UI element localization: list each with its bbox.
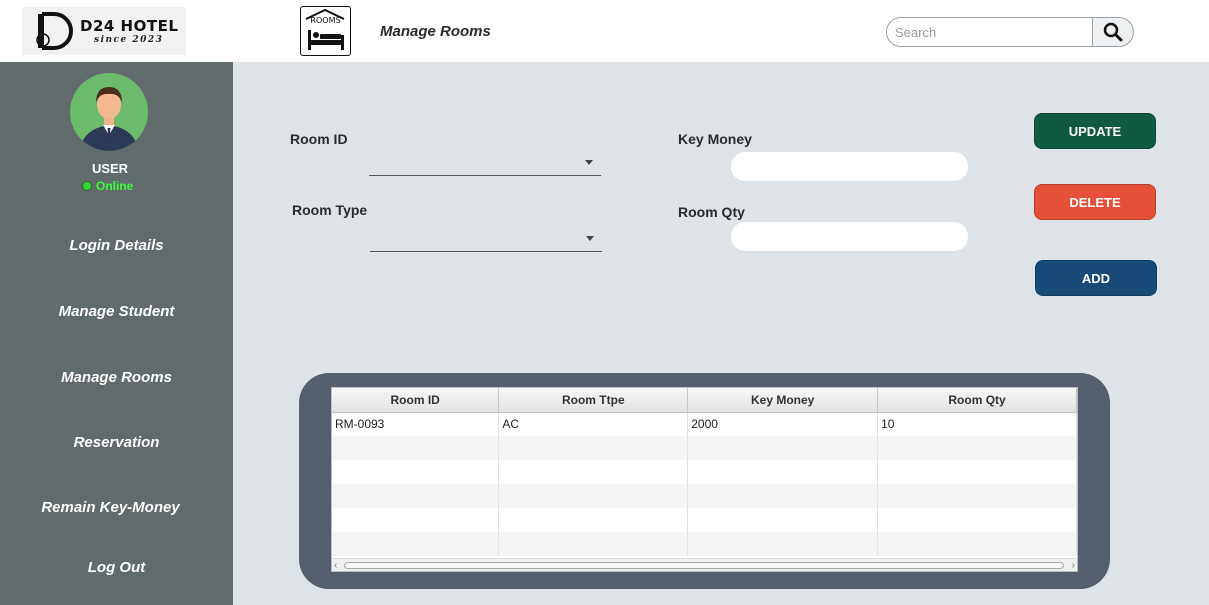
- user-name: USER: [91, 161, 129, 176]
- scroll-left-icon[interactable]: ‹: [334, 559, 337, 571]
- sidebar-item-reservation[interactable]: Reservation: [0, 434, 233, 451]
- sidebar: USER Online Login Details Manage Student…: [0, 62, 233, 605]
- hotel-logo: D24 HOTEL since 2023: [22, 7, 186, 55]
- search-input[interactable]: [886, 17, 1093, 47]
- sidebar-item-log-out[interactable]: Log Out: [0, 559, 233, 576]
- table-row-empty: [332, 484, 1077, 508]
- table-row-empty: [332, 508, 1077, 532]
- header-bar: D24 HOTEL since 2023 ROOMS Manage Rooms: [0, 0, 1209, 62]
- table-row-empty: [332, 436, 1077, 460]
- table-row[interactable]: RM-0093 AC 2000 10: [332, 412, 1077, 436]
- cell-room-id: RM-0093: [332, 412, 500, 436]
- user-avatar: [70, 73, 148, 151]
- sidebar-item-manage-student[interactable]: Manage Student: [0, 303, 233, 320]
- sidebar-item-login-details[interactable]: Login Details: [0, 237, 233, 254]
- room-type-label: Room Type: [292, 202, 368, 218]
- rooms-icon-label: ROOMS: [310, 16, 341, 25]
- column-header-key-money[interactable]: Key Money: [687, 388, 879, 413]
- scrollbar-thumb[interactable]: [344, 562, 1064, 569]
- room-id-combobox[interactable]: [369, 150, 601, 176]
- cell-room-qty: 10: [877, 412, 1077, 436]
- search-button[interactable]: [1092, 17, 1134, 47]
- scroll-right-icon[interactable]: ›: [1072, 559, 1075, 571]
- table-row-empty: [332, 532, 1077, 556]
- room-qty-input[interactable]: [731, 222, 968, 251]
- horizontal-scrollbar[interactable]: ‹ ›: [332, 558, 1077, 571]
- status-text: Online: [96, 179, 134, 193]
- logo-name: D24 HOTEL: [80, 17, 179, 35]
- rooms-bed-icon: ROOMS: [300, 6, 351, 56]
- column-header-room-id[interactable]: Room ID: [332, 388, 500, 413]
- sidebar-item-manage-rooms[interactable]: Manage Rooms: [0, 369, 233, 386]
- page-title: Manage Rooms: [380, 23, 491, 40]
- room-id-label: Room ID: [290, 131, 348, 147]
- logo-tagline: since 2023: [94, 35, 164, 45]
- online-dot-icon: [82, 181, 92, 191]
- cell-key-money: 2000: [687, 412, 879, 436]
- main-content: Room ID Room Type Key Money Room Qty UPD…: [233, 62, 1209, 605]
- search-icon: [1103, 22, 1123, 42]
- chevron-down-icon: [586, 236, 594, 241]
- key-money-input[interactable]: [731, 152, 968, 181]
- sidebar-item-remain-key-money[interactable]: Remain Key-Money: [0, 499, 227, 516]
- table-row-empty: [332, 460, 1077, 484]
- logo-mark-icon: [36, 12, 73, 50]
- chevron-down-icon: [585, 160, 593, 165]
- table-header-row: Room ID Room Ttpe Key Money Room Qty: [332, 388, 1077, 413]
- table-panel: Room ID Room Ttpe Key Money Room Qty RM-…: [299, 373, 1110, 589]
- update-button[interactable]: UPDATE: [1034, 113, 1156, 149]
- column-header-room-type[interactable]: Room Ttpe: [498, 388, 689, 413]
- room-qty-label: Room Qty: [678, 204, 745, 220]
- room-type-combobox[interactable]: [370, 226, 602, 252]
- key-money-label: Key Money: [678, 131, 752, 147]
- online-status: Online: [82, 179, 133, 193]
- column-header-room-qty[interactable]: Room Qty: [877, 388, 1077, 413]
- rooms-table[interactable]: Room ID Room Ttpe Key Money Room Qty RM-…: [331, 387, 1078, 572]
- add-button[interactable]: ADD: [1035, 260, 1157, 296]
- delete-button[interactable]: DELETE: [1034, 184, 1156, 220]
- cell-room-type: AC: [498, 412, 689, 436]
